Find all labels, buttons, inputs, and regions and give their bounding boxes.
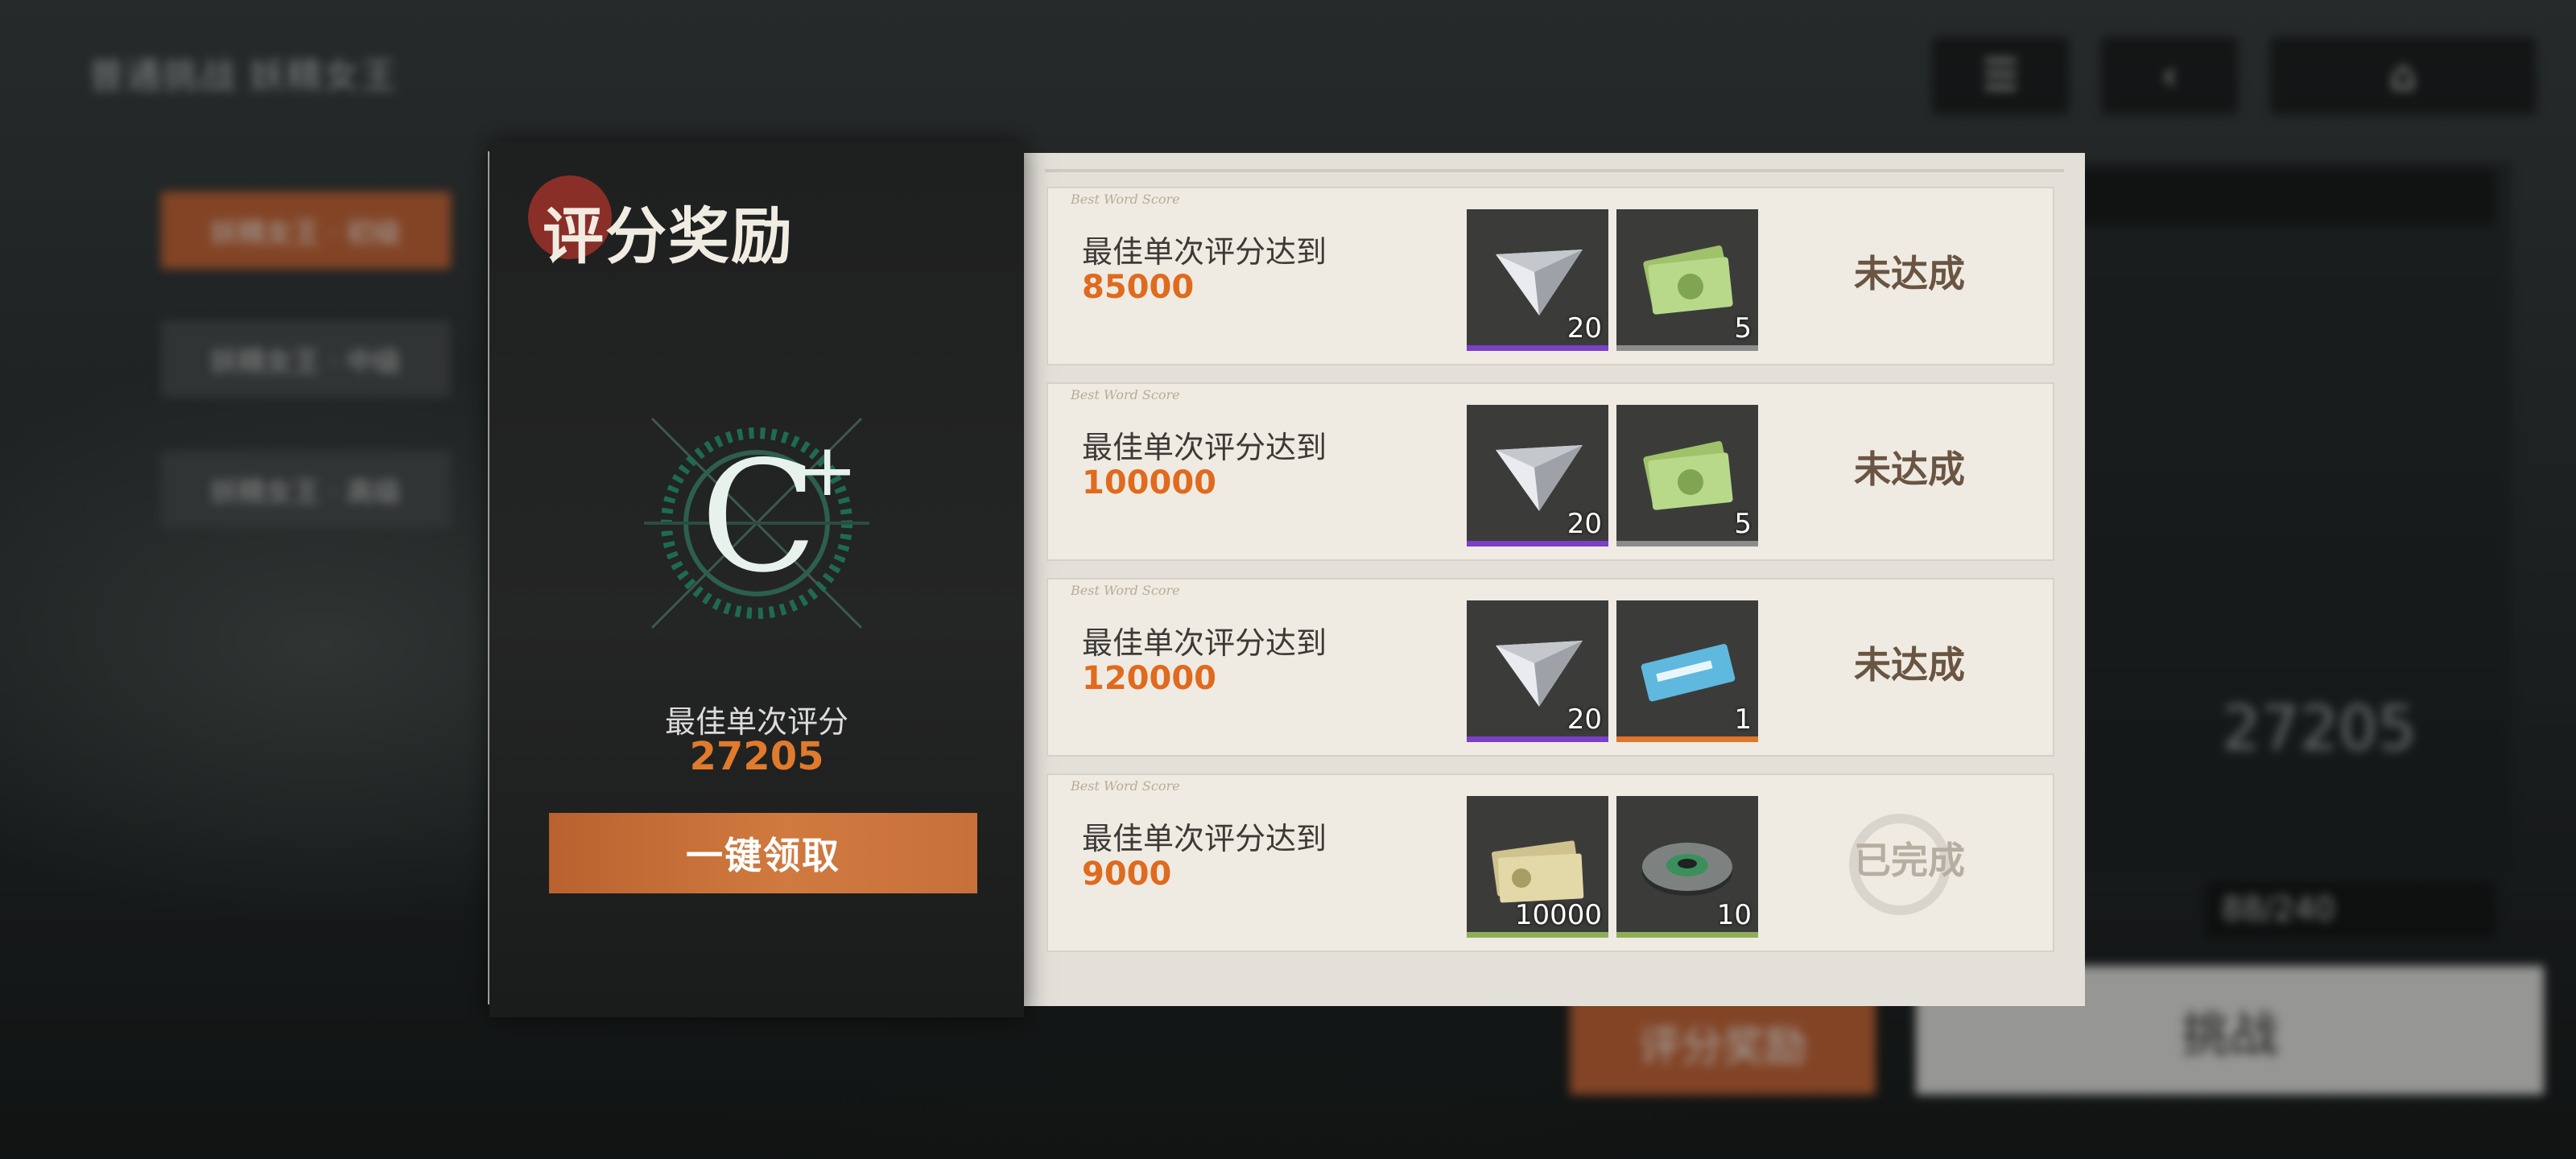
reward-item[interactable]: 10000 (1467, 796, 1608, 938)
reward-target: 120000 (1082, 660, 1216, 697)
reward-condition: 最佳单次评分达到 (1082, 234, 1327, 270)
reward-item[interactable]: 5 (1616, 209, 1758, 351)
reward-status: 已完成 (1854, 839, 1965, 882)
reward-condition: 最佳单次评分达到 (1082, 821, 1327, 856)
reward-status: 未达成 (1854, 643, 1965, 687)
cash-bundle-icon (1643, 245, 1733, 315)
rarity-bar (1467, 541, 1608, 547)
claim-all-button[interactable]: 一键领取 (549, 813, 977, 893)
reward-row: Best Word Score 最佳单次评分达到 85000 20 5 未达成 (1046, 187, 2054, 365)
row-stamp-icon: Best Word Score (1071, 583, 1180, 598)
row-stamp-icon: Best Word Score (1071, 192, 1180, 207)
reward-target: 9000 (1082, 856, 1172, 893)
reward-row: Best Word Score 最佳单次评分达到 120000 20 1 未达成 (1046, 578, 2054, 757)
rank-modifier: + (797, 428, 858, 513)
item-quantity: 10000 (1514, 899, 1602, 931)
reward-item[interactable]: 10 (1616, 796, 1758, 938)
reward-target: 100000 (1082, 464, 1216, 501)
reward-item[interactable]: 1 (1616, 600, 1758, 742)
item-quantity: 1 (1734, 703, 1752, 736)
rarity-bar (1467, 345, 1608, 351)
rarity-bar (1467, 932, 1608, 938)
rarity-bar (1467, 736, 1608, 742)
item-quantity: 20 (1567, 312, 1602, 344)
rarity-bar (1616, 345, 1758, 351)
reward-item[interactable]: 20 (1467, 600, 1608, 742)
reward-item[interactable]: 20 (1467, 209, 1608, 351)
panel-divider (1045, 169, 2064, 172)
reward-row: Best Word Score 最佳单次评分达到 100000 20 5 未达成 (1046, 382, 2054, 561)
reward-status: 未达成 (1854, 448, 1965, 491)
dialog-title: 评分奖励 (543, 200, 794, 272)
reward-target: 85000 (1082, 269, 1195, 306)
rarity-bar (1616, 932, 1758, 938)
item-quantity: 5 (1734, 508, 1752, 540)
reward-condition: 最佳单次评分达到 (1082, 625, 1327, 661)
reward-row: Best Word Score 最佳单次评分达到 9000 10000 10 已… (1046, 773, 2054, 952)
row-stamp-icon: Best Word Score (1071, 778, 1180, 794)
row-stamp-icon: Best Word Score (1071, 387, 1180, 402)
reward-item[interactable]: 20 (1467, 405, 1608, 547)
rarity-bar (1616, 736, 1758, 742)
cash-bundle-icon (1643, 441, 1733, 510)
reward-status: 未达成 (1854, 252, 1965, 295)
item-quantity: 5 (1734, 312, 1752, 344)
item-quantity: 10 (1716, 899, 1752, 931)
reward-condition: 最佳单次评分达到 (1082, 430, 1327, 465)
item-quantity: 20 (1567, 703, 1602, 736)
best-score-value: 27205 (689, 734, 824, 779)
blue-voucher-icon (1641, 644, 1736, 702)
reward-item[interactable]: 5 (1616, 405, 1758, 547)
item-quantity: 20 (1567, 508, 1602, 540)
rarity-bar (1616, 541, 1758, 547)
